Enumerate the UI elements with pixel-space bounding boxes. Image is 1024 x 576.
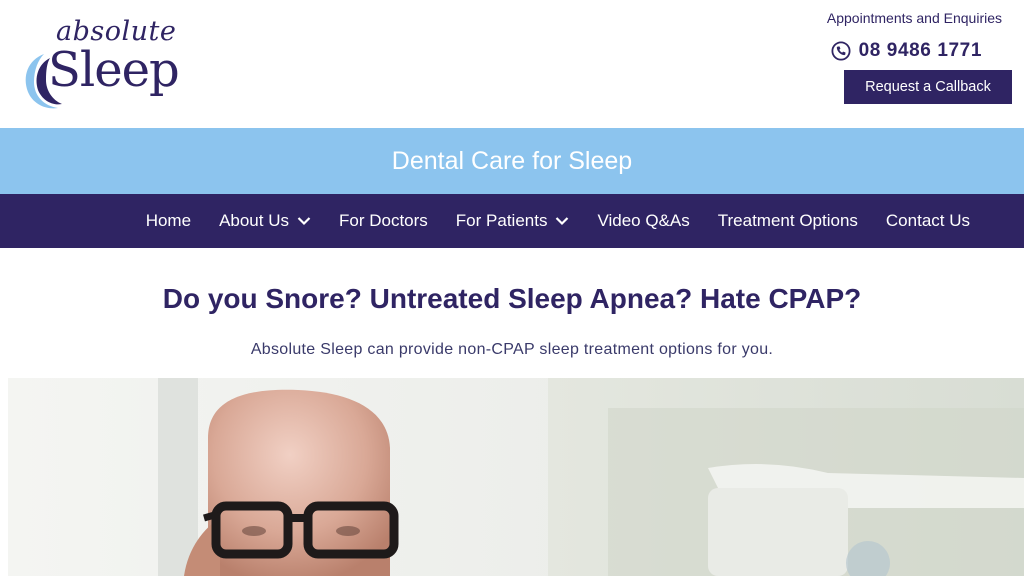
tagline-band: Dental Care for Sleep [0, 128, 1024, 194]
nav-item-contact-us[interactable]: Contact Us [872, 194, 984, 248]
hero-subline: Absolute Sleep can provide non-CPAP slee… [250, 341, 774, 358]
nav-item-video-qas[interactable]: Video Q&As [583, 194, 703, 248]
phone-link[interactable]: 08 9486 1771 [802, 40, 1002, 62]
nav-item-about-us[interactable]: About Us [205, 194, 325, 248]
hero-photo-illustration [8, 378, 1024, 576]
nav-item-for-patients[interactable]: For Patients [442, 194, 584, 248]
phone-icon [831, 41, 851, 61]
header-contact: Appointments and Enquiries 08 9486 1771 [802, 10, 1002, 62]
nav-item-label[interactable]: For Patients [456, 211, 548, 231]
hero-photo [8, 378, 1024, 576]
nav-item-for-doctors[interactable]: For Doctors [325, 194, 442, 248]
nav-item-treatment-options[interactable]: Treatment Options [704, 194, 872, 248]
site-logo[interactable]: absolute Sleep [22, 12, 202, 112]
logo-word-sleep: Sleep [48, 42, 180, 98]
phone-number[interactable]: 08 9486 1771 [859, 40, 982, 62]
nav-item-label[interactable]: Contact Us [886, 211, 970, 231]
request-callback-button[interactable]: Request a Callback [844, 70, 1012, 104]
nav-item-label[interactable]: For Doctors [339, 211, 428, 231]
nav-list: Home About Us For Doctors For Patients V… [0, 194, 1024, 248]
enquiries-label: Appointments and Enquiries [826, 10, 1002, 26]
site-header: absolute Sleep Appointments and Enquirie… [0, 0, 1024, 128]
chevron-down-icon[interactable] [555, 216, 569, 226]
chevron-down-icon[interactable] [297, 216, 311, 226]
tagline-text: Dental Care for Sleep [391, 146, 633, 175]
hero-headline: Do you Snore? Untreated Sleep Apnea? Hat… [162, 283, 862, 314]
nav-item-label[interactable]: Video Q&As [597, 211, 689, 231]
nav-item-home[interactable]: Home [132, 194, 205, 248]
nav-item-label[interactable]: Home [146, 211, 191, 231]
nav-item-label[interactable]: Treatment Options [718, 211, 858, 231]
main-nav: Home About Us For Doctors For Patients V… [0, 194, 1024, 248]
nav-item-label[interactable]: About Us [219, 211, 289, 231]
